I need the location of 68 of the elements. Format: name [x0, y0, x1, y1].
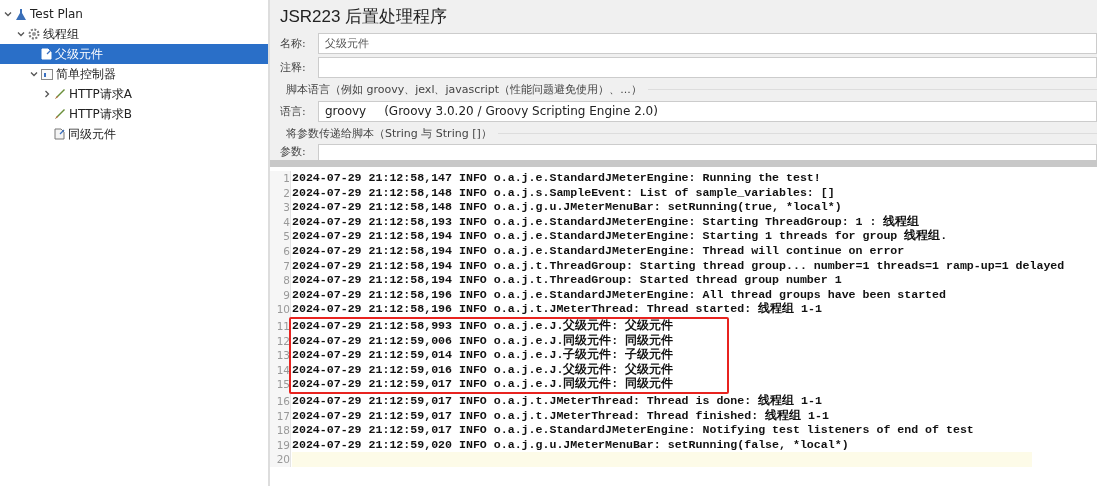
line-number: 20	[275, 452, 290, 467]
chevron-down-icon[interactable]	[17, 30, 25, 38]
field-label: 注释:	[280, 59, 307, 75]
line-number: 5	[282, 229, 290, 244]
log-line: 2024-07-29 21:12:59,017 INFO o.a.j.e.StandardJMeterEngine: Notifying test listeners of end of test	[292, 423, 974, 438]
chevron-down-icon[interactable]	[4, 10, 12, 18]
pen-icon	[54, 108, 66, 120]
field-label: 参数:	[280, 144, 307, 159]
panel-icon	[41, 68, 53, 80]
tree-item[interactable]: 线程组	[0, 24, 268, 44]
section-title: 将参数传递给脚本（String 与 String []）	[286, 125, 492, 141]
log-line: 2024-07-29 21:12:59,016 INFO o.a.j.e.J.父级元件: 父级元件	[292, 362, 674, 377]
tree-item[interactable]: 父级元件	[0, 44, 268, 64]
tree-item[interactable]: 简单控制器	[0, 64, 268, 84]
log-line: 2024-07-29 21:12:58,148 INFO o.a.j.g.u.JMeterMenuBar: setRunning(true, *local*)	[292, 200, 842, 215]
field-label: 语言:	[280, 103, 307, 119]
line-number: 4	[282, 214, 290, 230]
line-number: 1	[282, 171, 290, 186]
tree-item[interactable]: 同级元件	[0, 124, 268, 144]
log-line: 2024-07-29 21:12:58,194 INFO o.a.j.e.StandardJMeterEngine: Thread will continue on error	[292, 243, 905, 259]
log-line: 2024-07-29 21:12:58,194 INFO o.a.j.t.ThreadGroup: Started thread group number 1	[292, 273, 842, 288]
log-line: 2024-07-29 21:12:58,193 INFO o.a.j.e.StandardJMeterEngine: Starting ThreadGroup: 1 : 线程组	[292, 214, 920, 229]
line-number: 10	[275, 302, 290, 317]
line-number: 12	[275, 333, 290, 349]
tree-item[interactable]: HTTP请求A	[0, 84, 268, 104]
log-line: 2024-07-29 21:12:59,017 INFO o.a.j.e.J.同级元件: 同级元件	[292, 377, 674, 392]
line-number: 11	[275, 318, 290, 334]
log-line: 2024-07-29 21:12:58,993 INFO o.a.j.e.J.父级元件: 父级元件	[292, 318, 674, 334]
log-line: 2024-07-29 21:12:59,017 INFO o.a.j.t.JMeterThread: Thread is done: 线程组 1-1	[292, 393, 822, 409]
comment-field[interactable]	[318, 56, 1097, 78]
log-line: 2024-07-29 21:12:58,148 INFO o.a.j.s.SampleEvent: List of sample_variables: []	[292, 185, 835, 201]
line-number: 2	[282, 185, 290, 201]
line-number: 7	[282, 258, 290, 274]
panel-title: JSR223 后置处理程序	[280, 6, 449, 28]
line-number: 8	[282, 273, 290, 288]
line-number: 9	[282, 287, 290, 303]
line-number: 6	[282, 243, 290, 259]
pen-icon	[54, 88, 66, 100]
log-line: 2024-07-29 21:12:58,196 INFO o.a.j.t.JMeterThread: Thread started: 线程组 1-1	[292, 302, 822, 317]
line-number: 13	[275, 348, 290, 363]
log-line: 2024-07-29 21:12:59,017 INFO o.a.j.t.JMeterThread: Thread finished: 线程组 1-1	[292, 408, 829, 424]
log-line: 2024-07-29 21:12:58,196 INFO o.a.j.e.StandardJMeterEngine: All thread groups have been started	[292, 287, 946, 302]
log-line: 2024-07-29 21:12:59,020 INFO o.a.j.g.u.JMeterMenuBar: setRunning(false, *local*)	[292, 437, 849, 453]
document-icon	[41, 48, 52, 60]
chevron-right-icon[interactable]	[43, 90, 51, 98]
line-number: 19	[275, 437, 290, 453]
line-number: 17	[275, 408, 290, 424]
log-line: 2024-07-29 21:12:58,194 INFO o.a.j.t.ThreadGroup: Starting thread group... number=1 threads=1 ramp-up=1 delayed	[292, 258, 1065, 274]
log-line: 2024-07-29 21:12:59,006 INFO o.a.j.e.J.同级元件: 同级元件	[292, 333, 674, 348]
log-line: 2024-07-29 21:12:58,147 INFO o.a.j.e.StandardJMeterEngine: Running the test!	[292, 171, 821, 186]
chevron-down-icon[interactable]	[30, 70, 38, 78]
section-title: 脚本语言（例如 groovy、jexl、javascript（性能问题避免使用）、...）	[286, 81, 642, 97]
parameters-field[interactable]	[318, 144, 1097, 160]
document-icon	[54, 128, 65, 140]
flask-icon	[15, 7, 27, 21]
log-line: 2024-07-29 21:12:58,194 INFO o.a.j.e.StandardJMeterEngine: Starting 1 threads for group 线程组.	[292, 229, 948, 244]
line-number: 15	[275, 377, 290, 392]
line-number: 3	[282, 200, 290, 215]
tree-item[interactable]: Test Plan	[0, 4, 268, 24]
line-number: 18	[275, 423, 290, 438]
language-dropdown[interactable]: groovy (Groovy 3.0.20 / Groovy Scripting Engine 2.0)	[318, 100, 1097, 122]
line-number: 14	[275, 362, 290, 378]
line-number: 16	[275, 393, 290, 409]
tree-item[interactable]: HTTP请求B	[0, 104, 268, 124]
name-field[interactable]: 父级元件	[318, 32, 1097, 54]
gear-icon	[28, 28, 40, 40]
field-label: 名称:	[280, 35, 307, 51]
log-line: 2024-07-29 21:12:59,014 INFO o.a.j.e.J.子级元件: 子级元件	[292, 348, 674, 363]
